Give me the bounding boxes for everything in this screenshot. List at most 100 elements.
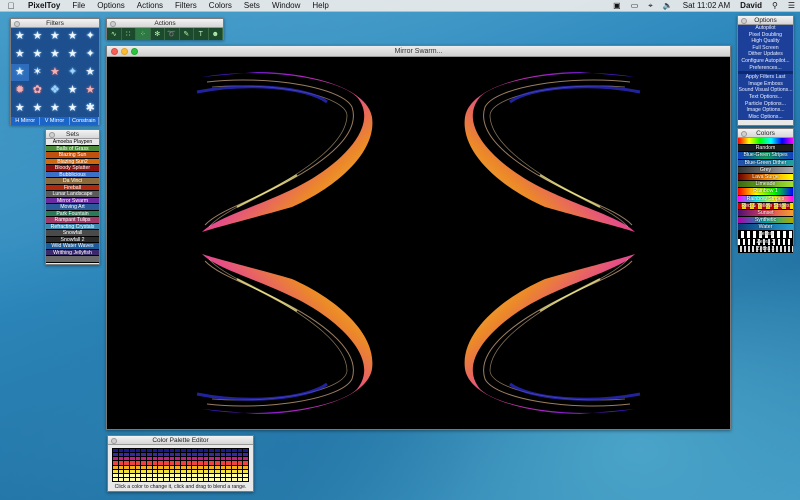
v-mirror-button[interactable]: V Mirror [40, 117, 70, 125]
palette-swatch[interactable] [129, 449, 135, 453]
palette-swatch[interactable] [141, 473, 146, 477]
palette-swatch[interactable] [214, 461, 220, 465]
palette-swatch[interactable] [169, 453, 175, 457]
palette-swatch[interactable] [203, 469, 209, 473]
scatter-icon[interactable]: ⁘ [136, 28, 151, 40]
palette-swatch[interactable] [124, 465, 129, 469]
app-menu[interactable]: PixelToy [22, 1, 66, 10]
palette-swatch[interactable] [158, 477, 163, 481]
palette-swatch[interactable] [113, 453, 118, 457]
palette-swatch[interactable] [214, 453, 220, 457]
palette-swatch[interactable] [135, 457, 141, 461]
palette-swatch[interactable] [113, 465, 118, 469]
swirl-icon[interactable]: ➰ [165, 28, 180, 40]
palette-swatch[interactable] [163, 473, 169, 477]
palette-swatch[interactable] [146, 477, 152, 481]
palette-swatch[interactable] [163, 457, 169, 461]
color-scheme-item[interactable]: Lava Surge [738, 173, 793, 182]
palette-swatch[interactable] [192, 465, 197, 469]
star-icon[interactable]: ★ [64, 28, 82, 46]
palette-swatch[interactable] [209, 449, 214, 453]
palette-swatch[interactable] [237, 449, 243, 453]
palette-swatch[interactable] [231, 449, 237, 453]
palette-swatch[interactable] [231, 473, 237, 477]
star-icon[interactable]: ★ [46, 46, 64, 64]
palette-swatch[interactable] [146, 453, 152, 457]
sets-titlebar[interactable]: Sets [46, 130, 99, 139]
zoom-window-button[interactable] [131, 48, 138, 55]
star-icon[interactable]: ✦ [81, 46, 99, 64]
palette-swatch[interactable] [169, 457, 175, 461]
palette-swatch[interactable] [118, 457, 124, 461]
palette-swatch[interactable] [180, 477, 186, 481]
close-icon[interactable] [741, 130, 747, 137]
palette-swatch[interactable] [152, 469, 158, 473]
palette-swatch[interactable] [113, 461, 118, 465]
palette-swatch[interactable] [243, 457, 248, 461]
palette-swatch[interactable] [158, 465, 163, 469]
palette-swatch[interactable] [209, 473, 214, 477]
color-scheme-item[interactable]: Random [738, 145, 793, 153]
palette-swatch[interactable] [209, 461, 214, 465]
palette-swatch[interactable] [203, 453, 209, 457]
menu-colors[interactable]: Colors [203, 1, 238, 10]
palette-color-grid[interactable] [112, 448, 249, 482]
palette-swatch[interactable] [118, 473, 124, 477]
notification-center-icon[interactable]: ☰ [783, 1, 800, 10]
palette-swatch[interactable] [175, 465, 180, 469]
close-icon[interactable] [110, 20, 116, 27]
option-full-screen[interactable]: Full Screen [738, 45, 793, 52]
menu-help[interactable]: Help [306, 1, 334, 10]
palette-swatch[interactable] [192, 461, 197, 465]
palette-swatch[interactable] [175, 453, 180, 457]
palette-swatch[interactable] [220, 461, 226, 465]
image-icon[interactable]: ☻ [209, 28, 223, 40]
palette-swatch[interactable] [192, 473, 197, 477]
palette-swatch[interactable] [231, 469, 237, 473]
palette-swatch[interactable] [180, 461, 186, 465]
palette-swatch[interactable] [226, 457, 231, 461]
palette-swatch[interactable] [180, 453, 186, 457]
colors-titlebar[interactable]: Colors [738, 129, 793, 138]
palette-swatch[interactable] [180, 465, 186, 469]
palette-swatch[interactable] [118, 469, 124, 473]
star-icon[interactable]: ✶ [29, 64, 47, 82]
palette-swatch[interactable] [124, 473, 129, 477]
palette-swatch[interactable] [197, 465, 203, 469]
palette-swatch[interactable] [158, 449, 163, 453]
palette-swatch[interactable] [118, 453, 124, 457]
palette-swatch[interactable] [192, 457, 197, 461]
color-scheme-item[interactable]: Red & Yellow Stripes [738, 202, 793, 210]
option-sound-visual[interactable]: Sound Visual Options... [738, 87, 793, 94]
palette-swatch[interactable] [209, 477, 214, 481]
option-particle-options[interactable]: Particle Options... [738, 101, 793, 108]
palette-swatch[interactable] [124, 477, 129, 481]
palette-swatch[interactable] [186, 453, 192, 457]
menu-options[interactable]: Options [91, 1, 131, 10]
star-icon[interactable]: ★ [29, 99, 47, 117]
palette-swatch[interactable] [169, 449, 175, 453]
palette-swatch[interactable] [124, 461, 129, 465]
palette-swatch[interactable] [197, 469, 203, 473]
palette-swatch[interactable] [197, 477, 203, 481]
option-autopilot[interactable]: Autopilot [738, 25, 793, 32]
palette-swatch[interactable] [243, 469, 248, 473]
color-scheme-item[interactable]: Rainbow 1 [738, 188, 793, 196]
option-preferences[interactable]: Preferences... [738, 65, 793, 72]
palette-swatch[interactable] [209, 453, 214, 457]
star-icon[interactable]: ★ [11, 28, 29, 46]
star-icon[interactable]: ★ [64, 81, 82, 99]
palette-swatch[interactable] [175, 457, 180, 461]
star-icon[interactable]: ★ [29, 28, 47, 46]
star-icon[interactable]: ★ [64, 46, 82, 64]
palette-swatch[interactable] [192, 469, 197, 473]
palette-swatch[interactable] [186, 461, 192, 465]
color-scheme-item[interactable]: Blue-Green Dither [738, 159, 793, 167]
palette-swatch[interactable] [226, 477, 231, 481]
palette-swatch[interactable] [203, 449, 209, 453]
display-icon[interactable]: ▣ [608, 1, 626, 10]
palette-swatch[interactable] [135, 465, 141, 469]
menu-file[interactable]: File [66, 1, 91, 10]
palette-swatch[interactable] [152, 465, 158, 469]
palette-swatch[interactable] [220, 477, 226, 481]
